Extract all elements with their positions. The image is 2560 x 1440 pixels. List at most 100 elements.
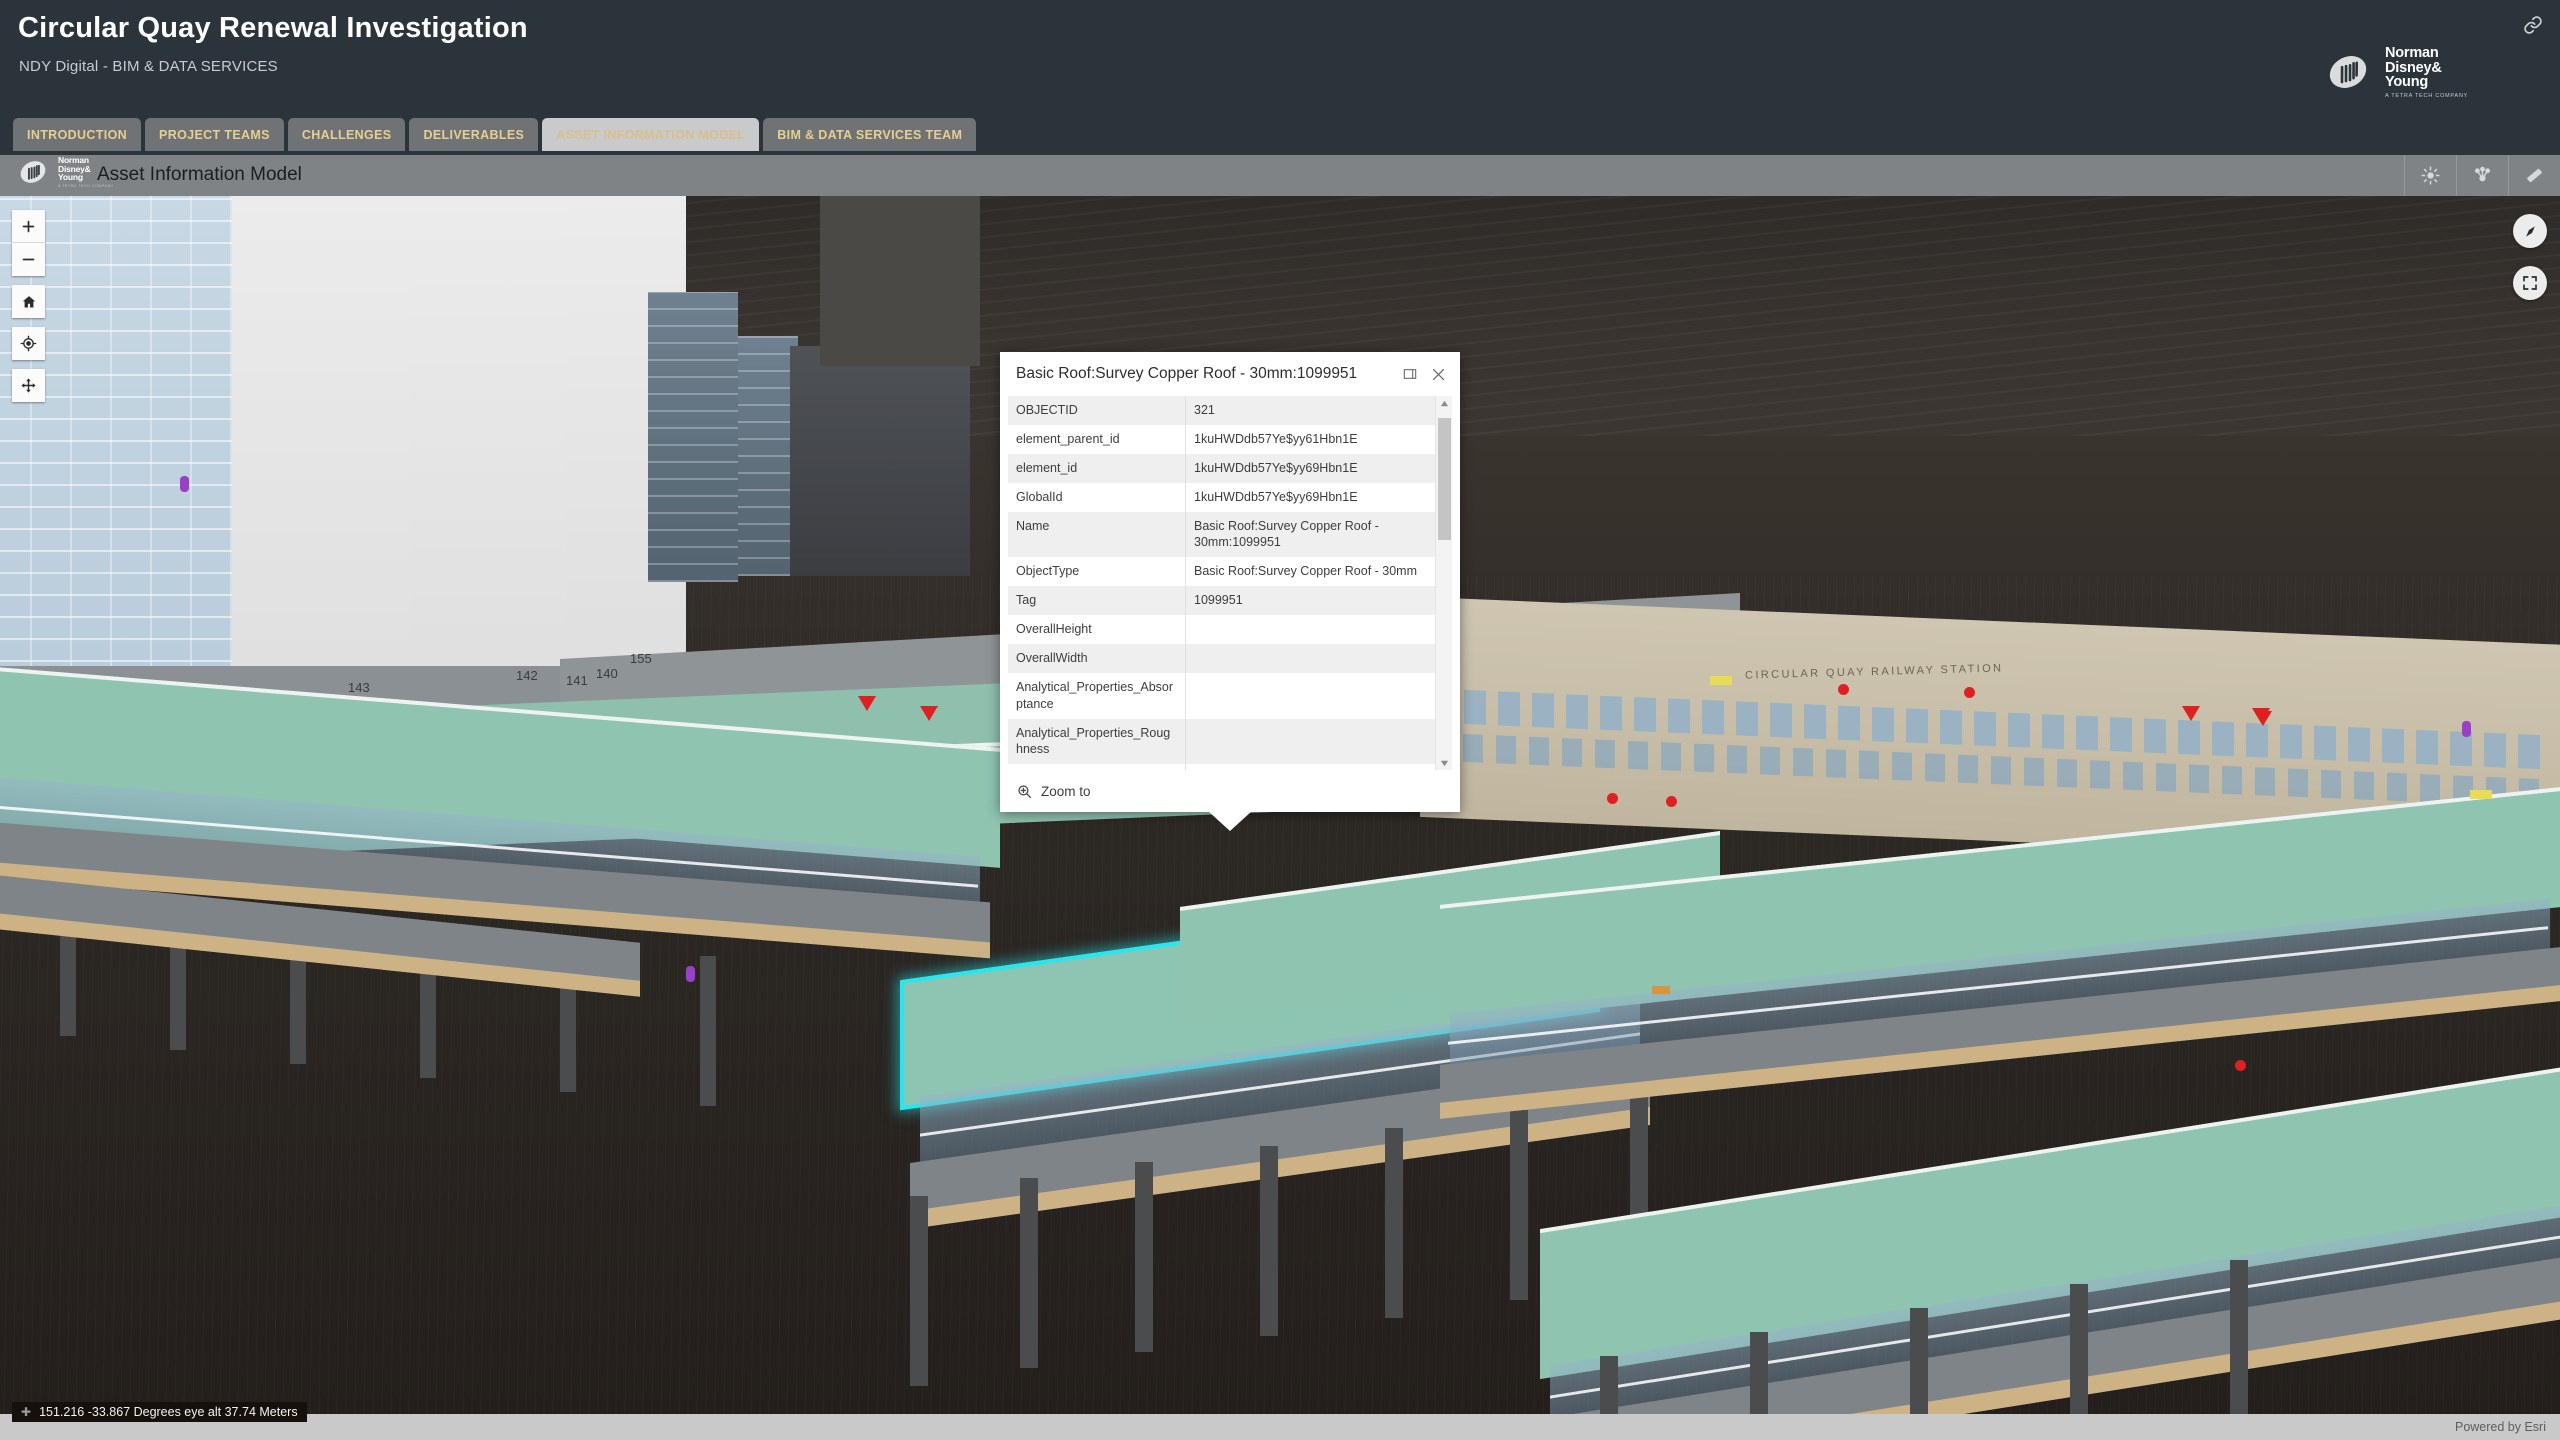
ndy-mark-icon [2320,51,2376,93]
link-icon[interactable] [2523,15,2543,35]
fullscreen-button[interactable] [2513,266,2547,300]
building-silhouette-far [790,346,970,576]
attribute-key: element_parent_id [1008,424,1186,454]
brand-tagline: A TETRA TECH COMPANY [2384,92,2468,99]
home-button[interactable] [12,285,45,318]
zoom-out-button[interactable] [12,243,45,276]
esri-attribution: Powered by Esri [2454,1420,2546,1434]
close-icon[interactable] [1424,360,1452,388]
marker-cone-icon [858,696,876,711]
attribute-key: OBJECTID [1008,396,1186,425]
compass-button[interactable] [2513,214,2547,248]
marker-point-icon [1964,687,1975,698]
scroll-up-icon[interactable] [1436,396,1452,410]
building-pale-tower-2 [410,196,570,726]
feature-popup[interactable]: Basic Roof:Survey Copper Roof - 30mm:109… [1000,352,1460,831]
scrollbar-thumb[interactable] [1438,418,1451,540]
tab-project-teams[interactable]: PROJECT TEAMS [145,118,284,151]
share-icon[interactable] [2456,155,2508,196]
app-bar-tools [2404,155,2560,196]
pan-control-group [12,369,45,402]
popup-scrollbar[interactable] [1435,396,1452,770]
zoom-to-button[interactable]: Zoom to [1041,784,1091,799]
map-navigation-controls [12,210,45,411]
brand-logo: Norman Disney& Young A TETRA TECH COMPAN… [2320,46,2468,99]
wharf-right-lower-piles [1540,1260,2560,1414]
app-bar: Norman Disney& Young A TETRA TECH COMPAN… [0,155,2560,196]
attribute-value: 1099951 [1194,593,1243,608]
attribute-row: OverallWidth [1008,643,1435,673]
app-title: Asset Information Model [97,164,302,185]
attribute-key: Tag [1008,586,1186,615]
marker-yellow-icon [2470,790,2492,799]
page-subtitle: NDY Digital - BIM & DATA SERVICES [19,58,278,75]
pan-button[interactable] [12,369,45,402]
popup-footer: Zoom to [1000,770,1460,812]
attribute-value [1186,644,1435,673]
wharf-structure-right-upper [1440,787,2560,1119]
page-title: Circular Quay Renewal Investigation [18,12,528,44]
zoom-to-icon[interactable] [1016,783,1033,800]
daylight-icon[interactable] [2404,155,2456,196]
popup-title: Basic Roof:Survey Copper Roof - 30mm:109… [1016,365,1358,382]
attribute-row: OverallHeight [1008,615,1435,644]
attribute-row: ObjectType Basic Roof:Survey Copper Roof … [1008,557,1435,587]
attribute-value [1186,719,1435,765]
attribute-value: 1kuHWDdb57Ye$yy61Hbn1E [1194,431,1358,446]
wharf-structure-left-lower [0,869,660,1106]
marker-yellow-icon [1710,676,1732,685]
tab-asset-information-model[interactable]: ASSET INFORMATION MODEL [542,118,760,151]
marker-point-icon [1838,684,1849,695]
attribute-value [1186,764,1435,770]
brand-line-1: Norman [2384,45,2439,61]
attribute-row: Analytical_Properties_Roughness [1008,718,1435,765]
attribute-row: OBJECTID 321 [1008,396,1435,425]
tab-bim-data-services-team[interactable]: BIM & DATA SERVICES TEAM [763,118,977,151]
view-tool-buttons [2513,214,2547,318]
zoom-in-button[interactable] [12,210,45,243]
status-bar: Powered by Esri [0,1414,2560,1440]
attribute-value: 321 [1194,403,1215,417]
measure-icon[interactable] [2508,155,2560,196]
wharf-number-label: 155 [630,651,652,666]
popup-attribute-table-wrapper: OBJECTID 321 element_parent_id 1kuHWDdb57Ye… [1008,396,1452,770]
brand-wordmark: Norman Disney& Young A TETRA TECH COMPAN… [2385,46,2468,99]
tab-deliverables[interactable]: DELIVERABLES [409,118,539,151]
marker-purple-icon [180,476,189,492]
marker-point-icon [1666,796,1677,807]
dock-icon[interactable] [1396,360,1424,388]
coordinate-readout: ✚ 151.216 -33.867 Degrees eye alt 37.74 … [12,1402,307,1422]
attribute-key: Analytical_Properties_Roughness [1008,718,1186,765]
tab-introduction[interactable]: INTRODUCTION [13,118,142,151]
tab-challenges[interactable]: CHALLENGES [287,118,406,151]
attribute-row: GlobalId 1kuHWDdb57Ye$yy69Hbn1E [1008,482,1435,512]
attribute-value: Basic Roof:Survey Copper Roof - 30mm [1194,564,1418,579]
building-dark-tower-1 [648,292,738,582]
attribute-value: Basic Roof:Survey Copper Roof - 30mm:109… [1194,518,1379,550]
attribute-row: element_parent_id 1kuHWDdb57Ye$yy61Hbn1E [1008,424,1435,454]
popup-attribute-table: OBJECTID 321 element_parent_id 1kuHWDdb57Ye… [1008,396,1435,770]
attribute-row: element_id 1kuHWDdb57Ye$yy69Hbn1E [1008,453,1435,483]
popup-header: Basic Roof:Survey Copper Roof - 30mm:109… [1000,352,1460,396]
attribute-row: Tag 1099951 [1008,586,1435,615]
attribute-key: Analytical_Properties_Absorptance [1008,672,1186,719]
locate-control-group [12,327,45,360]
attribute-key: ObjectType [1008,557,1186,587]
brand-line-2: Disney& [2384,59,2442,76]
marker-cone-icon [920,706,938,721]
attribute-key: element_id [1008,453,1186,483]
zoom-control-group [12,210,45,276]
attribute-row: Analytical_Properties_Absorptance [1008,672,1435,719]
attribute-key: BaseQuantities_GrossArea [1008,764,1186,770]
building-dark-tower-2 [738,336,798,576]
story-tabs: INTRODUCTION PROJECT TEAMS CHALLENGES DELIV… [13,118,977,151]
locate-button[interactable] [12,327,45,360]
attribute-key: OverallHeight [1008,615,1186,644]
marker-cone-icon [2182,706,2200,721]
scroll-down-icon[interactable] [1436,756,1452,770]
marker-orange-icon [1652,986,1670,994]
building-slab-shadow [820,196,980,366]
attribute-value [1186,615,1435,644]
marker-purple-icon [686,966,695,982]
marker-point-icon [2235,1060,2246,1071]
